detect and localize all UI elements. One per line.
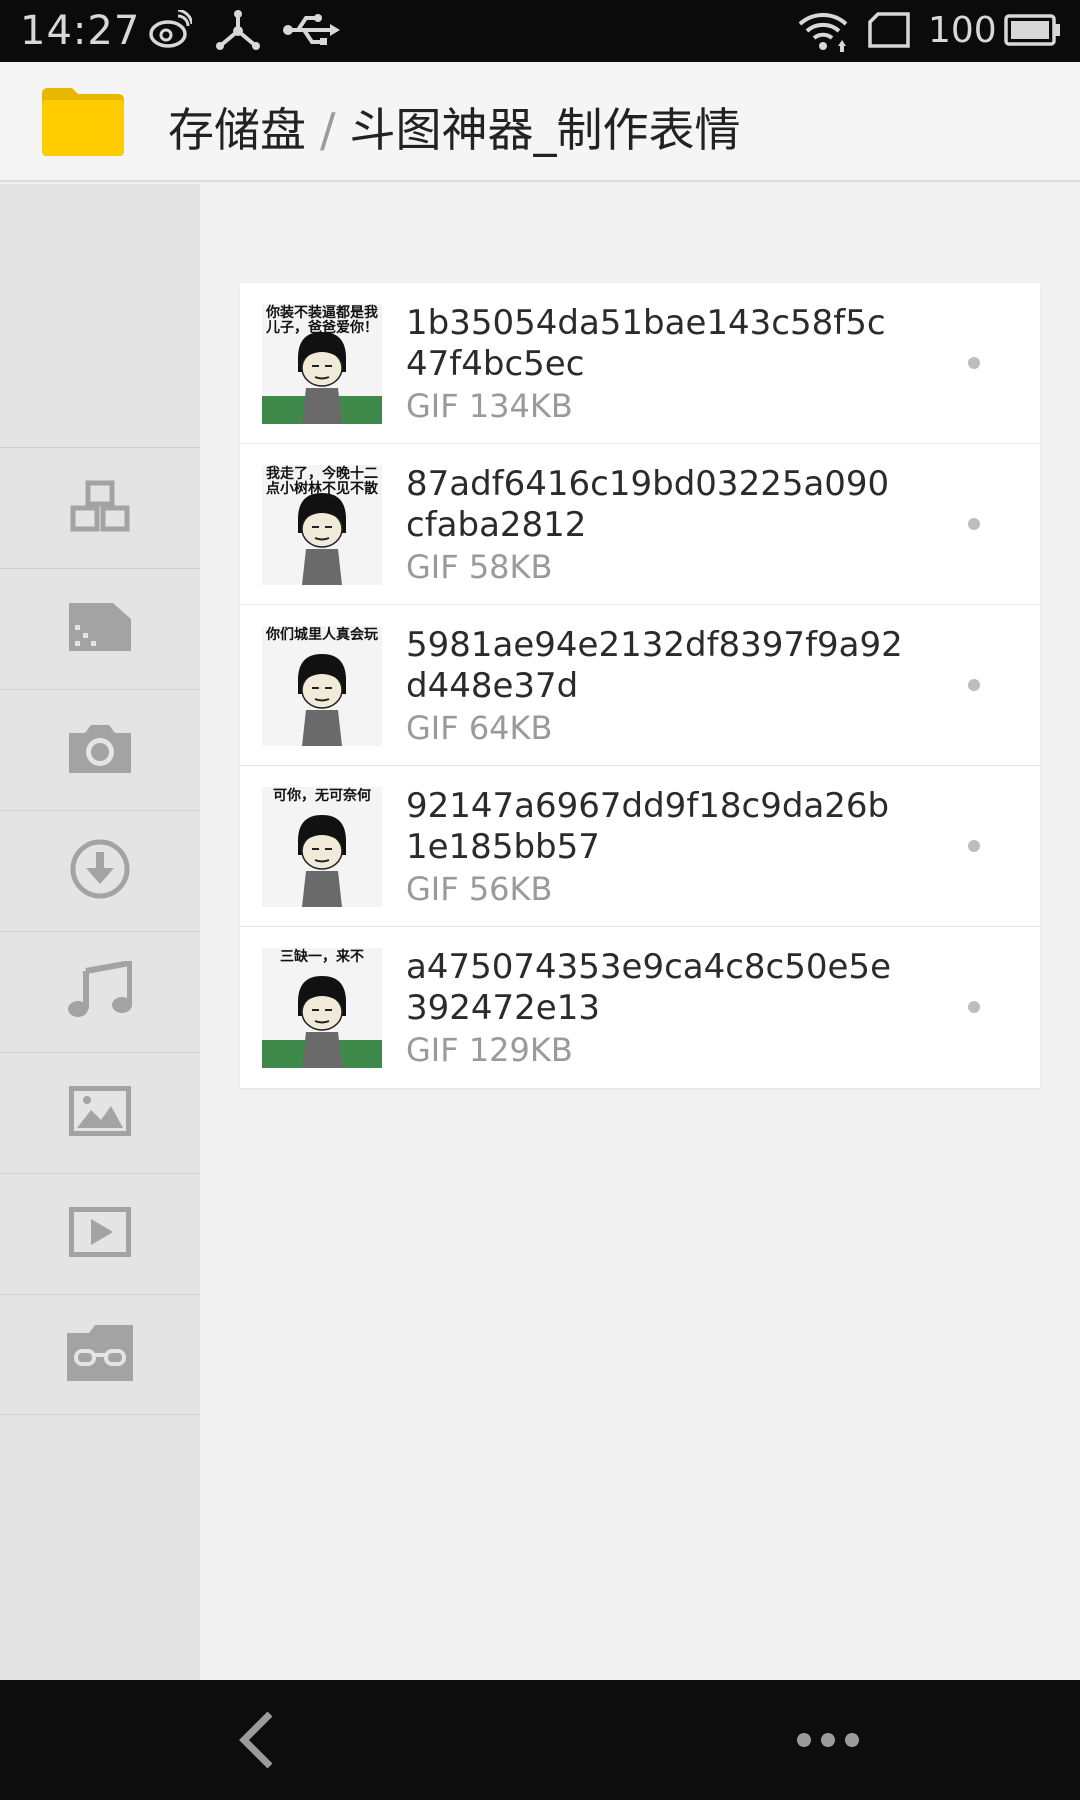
file-name: 5981ae94e2132df8397f9a92d448e37d — [406, 625, 903, 706]
battery-level: 100 — [928, 10, 997, 51]
file-name: a475074353e9ca4c8c50e5e392472e13 — [406, 947, 891, 1028]
file-thumbnail: 三缺一，来不 — [262, 948, 382, 1068]
thumbnail-caption: 可你，无可奈何 — [273, 788, 371, 804]
share-hub-icon — [214, 10, 262, 56]
back-icon[interactable] — [230, 1710, 290, 1770]
list-item[interactable]: 可你，无可奈何 92147a6967dd9f18c9da26b1e185bb57 G… — [240, 766, 1040, 927]
file-thumbnail: 我走了，今晚十二点小树林不见不散 — [262, 465, 382, 585]
thumbnail-caption: 你们城里人真会玩 — [266, 627, 378, 643]
file-name: 87adf6416c19bd03225a090cfaba2812 — [406, 464, 890, 545]
row-menu-dot-icon[interactable] — [968, 357, 980, 369]
glasses-icon — [67, 1324, 133, 1385]
file-thumbnail: 你们城里人真会玩 — [262, 626, 382, 746]
file-meta: GIF 134KB — [406, 387, 573, 425]
list-item[interactable]: 三缺一，来不 a475074353e9ca4c8c50e5e392472e13 GI… — [240, 927, 1040, 1088]
meme-figure-icon — [262, 626, 382, 746]
folder-icon — [42, 88, 124, 156]
breadcrumb-current: 斗图神器_制作表情 — [349, 103, 741, 157]
sidebar-item-camera[interactable] — [0, 689, 200, 810]
sidebar-item-sdcard[interactable] — [0, 568, 200, 689]
nav-bar — [0, 1680, 1080, 1800]
file-meta: GIF 58KB — [406, 548, 553, 586]
list-item[interactable]: 你们城里人真会玩 5981ae94e2132df8397f9a92d448e37d… — [240, 605, 1040, 766]
status-time: 14:27 — [20, 8, 141, 54]
thumbnail-caption: 我走了，今晚十二点小树林不见不散 — [266, 466, 378, 497]
sidebar-item-music[interactable] — [0, 931, 200, 1052]
file-name: 1b35054da51bae143c58f5c47f4bc5ec — [406, 303, 886, 384]
header: 存储盘 / 斗图神器_制作表情 — [0, 62, 1080, 182]
apps-icon — [70, 480, 130, 536]
weibo-icon — [148, 8, 194, 54]
file-list: 你装不装逼都是我儿子，爸爸爱你！ 1b35054da51bae143c58f5c4… — [240, 283, 1040, 1088]
sim-icon — [866, 10, 912, 54]
breadcrumb-separator: / — [320, 103, 336, 157]
sdcard-icon — [69, 603, 131, 655]
wifi-icon — [798, 10, 850, 56]
usb-icon — [282, 10, 340, 54]
row-menu-dot-icon[interactable] — [968, 679, 980, 691]
file-name: 92147a6967dd9f18c9da26b1e185bb57 — [406, 786, 890, 867]
sidebar-item-images[interactable] — [0, 1052, 200, 1173]
sidebar — [0, 184, 200, 1680]
row-menu-dot-icon[interactable] — [968, 1001, 980, 1013]
file-meta: GIF 129KB — [406, 1031, 573, 1069]
sidebar-item-downloads[interactable] — [0, 810, 200, 931]
file-thumbnail: 你装不装逼都是我儿子，爸爸爱你！ — [262, 304, 382, 424]
music-icon — [68, 959, 133, 1023]
meme-figure-icon — [262, 948, 382, 1068]
thumbnail-caption: 三缺一，来不 — [280, 949, 364, 965]
download-icon — [69, 838, 131, 904]
sidebar-item-private[interactable] — [0, 1294, 200, 1415]
list-item[interactable]: 我走了，今晚十二点小树林不见不散 87adf6416c19bd03225a090c… — [240, 444, 1040, 605]
more-icon[interactable] — [796, 1730, 860, 1750]
sidebar-item-videos[interactable] — [0, 1173, 200, 1294]
image-icon — [69, 1086, 131, 1140]
file-meta: GIF 64KB — [406, 709, 553, 747]
breadcrumb: 存储盘 / 斗图神器_制作表情 — [168, 94, 741, 160]
meme-figure-icon — [262, 787, 382, 907]
file-meta: GIF 56KB — [406, 870, 553, 908]
row-menu-dot-icon[interactable] — [968, 840, 980, 852]
battery-icon — [1004, 10, 1062, 54]
video-icon — [69, 1207, 131, 1261]
list-item[interactable]: 你装不装逼都是我儿子，爸爸爱你！ 1b35054da51bae143c58f5c4… — [240, 283, 1040, 444]
row-menu-dot-icon[interactable] — [968, 518, 980, 530]
status-bar: 14:27 100 — [0, 0, 1080, 62]
thumbnail-caption: 你装不装逼都是我儿子，爸爸爱你！ — [266, 305, 378, 336]
breadcrumb-root[interactable]: 存储盘 — [168, 103, 306, 157]
camera-icon — [69, 723, 131, 777]
file-thumbnail: 可你，无可奈何 — [262, 787, 382, 907]
sidebar-item-apps[interactable] — [0, 447, 200, 568]
